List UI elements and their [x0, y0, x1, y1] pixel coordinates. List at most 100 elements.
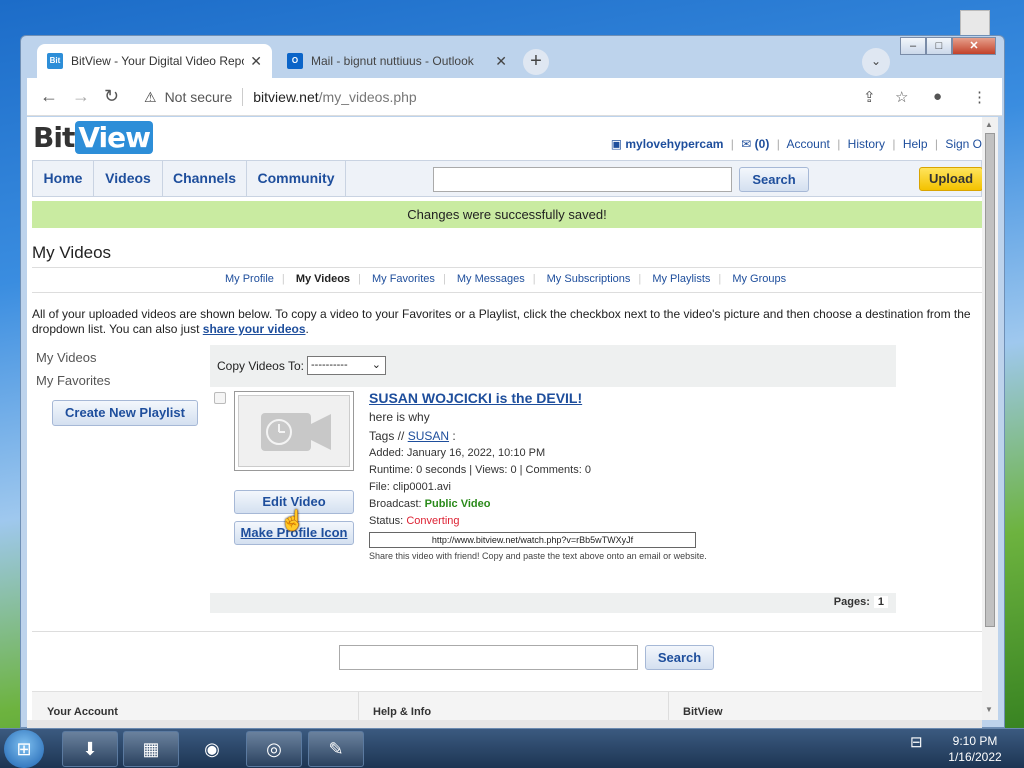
bitview-logo[interactable]: Bit View: [32, 121, 153, 154]
browser-toolbar: ← → ↻ ⚠ Not secure bitview.net/my_videos…: [27, 78, 1002, 116]
warning-icon[interactable]: ⚠: [144, 89, 157, 106]
copy-select-value: ----------: [311, 359, 348, 371]
help-link[interactable]: Help: [903, 137, 928, 151]
account-link[interactable]: Account: [786, 137, 829, 151]
taskbar-downloads-icon[interactable]: ⬇: [62, 731, 118, 767]
back-icon[interactable]: ←: [40, 86, 58, 107]
url-path: /my_videos.php: [318, 89, 417, 105]
sign-out-link[interactable]: Sign O: [945, 137, 982, 151]
tags-end: :: [452, 429, 456, 443]
subnav-my-playlists[interactable]: My Playlists: [652, 273, 710, 285]
history-link[interactable]: History: [848, 137, 885, 151]
footer-help-info: Help & Info: [373, 706, 432, 718]
nav-community[interactable]: Community: [247, 161, 346, 196]
video-thumbnail[interactable]: [234, 391, 354, 471]
copy-destination-select[interactable]: ---------- ⌄: [307, 356, 386, 375]
menu-icon[interactable]: ⋮: [972, 88, 987, 106]
tab-bar: Bit BitView - Your Digital Video Repo ✕ …: [27, 44, 1002, 78]
divider: [32, 267, 982, 268]
taskbar-raccoon-icon[interactable]: ◉: [184, 731, 240, 767]
footer-your-account: Your Account: [47, 706, 118, 718]
subnav-my-messages[interactable]: My Messages: [457, 273, 525, 285]
scroll-up-icon[interactable]: ▲: [985, 120, 993, 129]
mail-icon[interactable]: ✉: [741, 137, 751, 151]
sidebar-my-videos[interactable]: My Videos: [36, 350, 110, 365]
tab-search-button[interactable]: ⌄: [862, 48, 890, 76]
video-camera-icon: [261, 413, 331, 451]
start-button[interactable]: ⊞: [4, 730, 44, 768]
clock-date: 1/16/2022: [948, 750, 1002, 764]
intro-end: .: [305, 322, 309, 336]
taskbar-paint-icon[interactable]: ✎: [308, 731, 364, 767]
share-videos-link[interactable]: share your videos: [203, 322, 306, 336]
footer: Your Account Help & Info BitView: [32, 691, 982, 720]
tab-bitview[interactable]: Bit BitView - Your Digital Video Repo ✕: [37, 44, 272, 78]
message-count[interactable]: (0): [755, 137, 770, 151]
taskbar: ⊞ ⬇ ▦ ◉ ◎ ✎ ⊟ 9:10 PM 1/16/2022: [0, 728, 1024, 768]
close-tab-icon[interactable]: ✕: [250, 53, 262, 70]
share-icon[interactable]: ⇪: [863, 88, 876, 106]
subnav-my-favorites[interactable]: My Favorites: [372, 273, 435, 285]
sidebar: My Videos My Favorites: [36, 350, 110, 396]
video-url-field[interactable]: http://www.bitview.net/watch.php?v=rBb5w…: [369, 532, 696, 548]
recycle-bin-icon[interactable]: [14, 0, 54, 34]
video-checkbox[interactable]: [214, 392, 226, 404]
divider: [668, 692, 669, 720]
page-number[interactable]: 1: [873, 596, 888, 608]
tv-icon: ▣: [610, 137, 623, 151]
status-value: Converting: [406, 515, 460, 527]
copy-bar: Copy Videos To: ---------- ⌄: [210, 345, 896, 387]
hand-cursor-icon: ☝: [280, 510, 305, 532]
share-hint: Share this video with friend! Copy and p…: [369, 551, 707, 561]
taskbar-chrome-icon[interactable]: ◎: [246, 731, 302, 767]
scroll-down-icon[interactable]: ▼: [985, 705, 993, 714]
address-bar[interactable]: ⚠ Not secure bitview.net/my_videos.php: [136, 83, 880, 111]
web-page: Bit View ▣ mylovehypercam | ✉ (0) | Accou…: [27, 117, 982, 720]
new-tab-button[interactable]: +: [523, 49, 549, 75]
bottom-search-button[interactable]: Search: [645, 645, 714, 670]
bottom-search-input[interactable]: [339, 645, 638, 670]
subnav-my-groups[interactable]: My Groups: [732, 273, 786, 285]
nav-channels[interactable]: Channels: [163, 161, 247, 196]
main-nav: Home Videos Channels Community Search Up…: [32, 160, 982, 197]
tab-outlook[interactable]: O Mail - bignut nuttiuus - Outlook ✕: [277, 44, 517, 78]
video-runtime: Runtime: 0 seconds | Views: 0 | Comments…: [369, 464, 591, 476]
subnav-my-profile[interactable]: My Profile: [225, 273, 274, 285]
copy-label: Copy Videos To:: [217, 359, 304, 373]
vertical-scrollbar[interactable]: ▲ ▼: [982, 117, 998, 720]
tab-title: Mail - bignut nuttiuus - Outlook: [311, 54, 474, 68]
logo-bit: Bit: [33, 121, 75, 154]
subnav-my-videos[interactable]: My Videos: [296, 273, 350, 285]
close-tab-icon[interactable]: ✕: [495, 53, 507, 70]
video-status: Status: Converting: [369, 513, 591, 530]
create-playlist-button[interactable]: Create New Playlist: [52, 400, 198, 426]
sub-nav: My Profile | My Videos | My Favorites | My …: [225, 273, 787, 285]
search-input[interactable]: [433, 167, 732, 192]
forward-icon[interactable]: →: [72, 86, 90, 107]
search-button[interactable]: Search: [739, 167, 809, 192]
nav-videos[interactable]: Videos: [94, 161, 163, 196]
bookmark-star-icon[interactable]: ☆: [895, 88, 908, 106]
nav-home[interactable]: Home: [33, 161, 94, 196]
video-file: File: clip0001.avi: [369, 481, 451, 493]
video-added: Added: January 16, 2022, 10:10 PM: [369, 447, 546, 459]
horizontal-scrollbar[interactable]: [27, 720, 982, 728]
username-link[interactable]: mylovehypercam: [625, 137, 723, 151]
intro-text: All of your uploaded videos are shown be…: [32, 307, 977, 337]
video-title[interactable]: SUSAN WOJCICKI is the DEVIL!: [369, 389, 591, 407]
clock-time: 9:10 PM: [952, 734, 998, 748]
user-bar: ▣ mylovehypercam | ✉ (0) | Account | His…: [610, 137, 982, 151]
upload-button[interactable]: Upload: [919, 167, 982, 191]
system-clock[interactable]: 9:10 PM 1/16/2022: [945, 733, 1005, 765]
security-status[interactable]: Not secure: [165, 89, 233, 105]
scroll-thumb[interactable]: [985, 133, 995, 627]
profile-icon[interactable]: ●: [933, 88, 942, 105]
desktop-file-icon[interactable]: [960, 10, 990, 38]
network-icon[interactable]: ⊟: [910, 733, 923, 751]
tag-link[interactable]: SUSAN: [408, 429, 449, 443]
footer-bitview: BitView: [683, 706, 723, 718]
sidebar-my-favorites[interactable]: My Favorites: [36, 373, 110, 388]
reload-icon[interactable]: ↻: [104, 86, 119, 107]
subnav-my-subscriptions[interactable]: My Subscriptions: [547, 273, 631, 285]
taskbar-app-icon[interactable]: ▦: [123, 731, 179, 767]
